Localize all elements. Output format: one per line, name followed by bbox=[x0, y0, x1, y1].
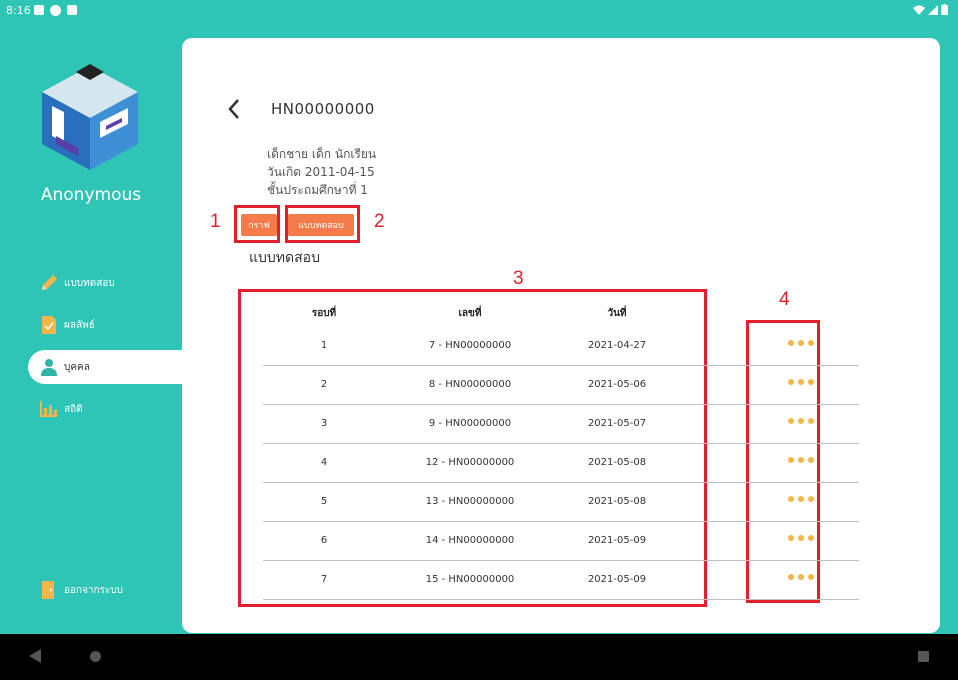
cell-date: 2021-05-09 bbox=[587, 535, 647, 546]
more-options-icon[interactable] bbox=[771, 457, 831, 463]
cell-date: 2021-05-08 bbox=[587, 496, 647, 507]
nav-back-icon[interactable] bbox=[29, 649, 41, 663]
main-card: HN00000000 เด็กชาย เด็ก นักเรียน วันเกิด… bbox=[182, 38, 940, 633]
section-title: แบบทดสอบ bbox=[249, 250, 320, 266]
page-title: HN00000000 bbox=[271, 100, 375, 118]
sidebar-item-results[interactable]: ผลลัพธ์ bbox=[28, 308, 182, 342]
app-logo bbox=[42, 64, 138, 170]
annotation-label-3: 3 bbox=[513, 268, 524, 289]
person-icon bbox=[38, 356, 60, 378]
table-row[interactable]: 7 15 - HN00000000 2021-05-09 bbox=[263, 561, 859, 600]
annotation-box-1 bbox=[234, 205, 280, 243]
nav-home-icon[interactable] bbox=[90, 651, 101, 662]
status-system-icons bbox=[913, 4, 948, 15]
more-options-icon[interactable] bbox=[771, 535, 831, 541]
cell-date: 2021-04-27 bbox=[587, 340, 647, 351]
column-header-date: วันที่ bbox=[607, 308, 627, 319]
status-bar: 8:16 bbox=[0, 0, 958, 22]
sidebar-item-person[interactable]: บุคคล bbox=[28, 350, 182, 384]
back-arrow-icon[interactable] bbox=[226, 98, 242, 120]
more-options-icon[interactable] bbox=[771, 418, 831, 424]
notification-icon bbox=[34, 5, 44, 15]
status-time: 8:16 bbox=[6, 4, 31, 17]
sidebar-item-statistics[interactable]: สถิติ bbox=[28, 392, 182, 426]
more-options-icon[interactable] bbox=[771, 379, 831, 385]
more-options-icon[interactable] bbox=[771, 496, 831, 502]
more-options-icon[interactable] bbox=[771, 340, 831, 346]
sidebar-item-label: แบบทดสอบ bbox=[64, 277, 115, 289]
cell-date: 2021-05-09 bbox=[587, 574, 647, 585]
patient-birthdate: วันเกิด 2011-04-15 bbox=[267, 165, 375, 179]
system-navigation-bar bbox=[0, 634, 958, 680]
exit-door-icon bbox=[38, 579, 60, 601]
annotation-label-4: 4 bbox=[779, 289, 790, 310]
signal-icon bbox=[928, 4, 938, 15]
sidebar-item-label: สถิติ bbox=[64, 403, 83, 415]
sd-card-icon bbox=[67, 5, 77, 15]
table-row[interactable]: 1 7 - HN00000000 2021-04-27 bbox=[263, 327, 859, 366]
annotation-label-1: 1 bbox=[210, 211, 221, 232]
sidebar-item-label: ผลลัพธ์ bbox=[64, 319, 95, 331]
wifi-icon bbox=[913, 5, 925, 15]
table-row[interactable]: 3 9 - HN00000000 2021-05-07 bbox=[263, 405, 859, 444]
nav-recent-apps-icon[interactable] bbox=[918, 651, 929, 662]
cell-date: 2021-05-06 bbox=[587, 379, 647, 390]
sidebar: Anonymous แบบทดสอบ ผลลัพธ์ บุคคล สถิติ อ… bbox=[0, 22, 182, 634]
table-row[interactable]: 4 12 - HN00000000 2021-05-08 bbox=[263, 444, 859, 483]
table-row[interactable]: 5 13 - HN00000000 2021-05-08 bbox=[263, 483, 859, 522]
cell-date: 2021-05-07 bbox=[587, 418, 647, 429]
patient-grade: ชั้นประถมศึกษาที่ 1 bbox=[267, 183, 368, 197]
sidebar-item-label: บุคคล bbox=[64, 361, 90, 373]
battery-icon bbox=[941, 4, 948, 15]
document-icon bbox=[38, 314, 60, 336]
pencil-icon bbox=[38, 272, 60, 294]
more-options-icon[interactable] bbox=[771, 574, 831, 580]
sidebar-item-test[interactable]: แบบทดสอบ bbox=[28, 266, 182, 300]
cell-date: 2021-05-08 bbox=[587, 457, 647, 468]
logout-label: ออกจากระบบ bbox=[64, 584, 124, 596]
annotation-label-2: 2 bbox=[374, 211, 385, 232]
status-notification-icons bbox=[34, 5, 77, 16]
bar-chart-icon bbox=[38, 398, 60, 420]
app-notification-icon bbox=[50, 5, 61, 16]
logout-button[interactable]: ออกจากระบบ bbox=[38, 579, 123, 601]
patient-name: เด็กชาย เด็ก นักเรียน bbox=[267, 147, 377, 161]
table-row[interactable]: 2 8 - HN00000000 2021-05-06 bbox=[263, 366, 859, 405]
annotation-box-2 bbox=[285, 205, 360, 243]
table-row[interactable]: 6 14 - HN00000000 2021-05-09 bbox=[263, 522, 859, 561]
app-name: Anonymous bbox=[40, 185, 142, 205]
